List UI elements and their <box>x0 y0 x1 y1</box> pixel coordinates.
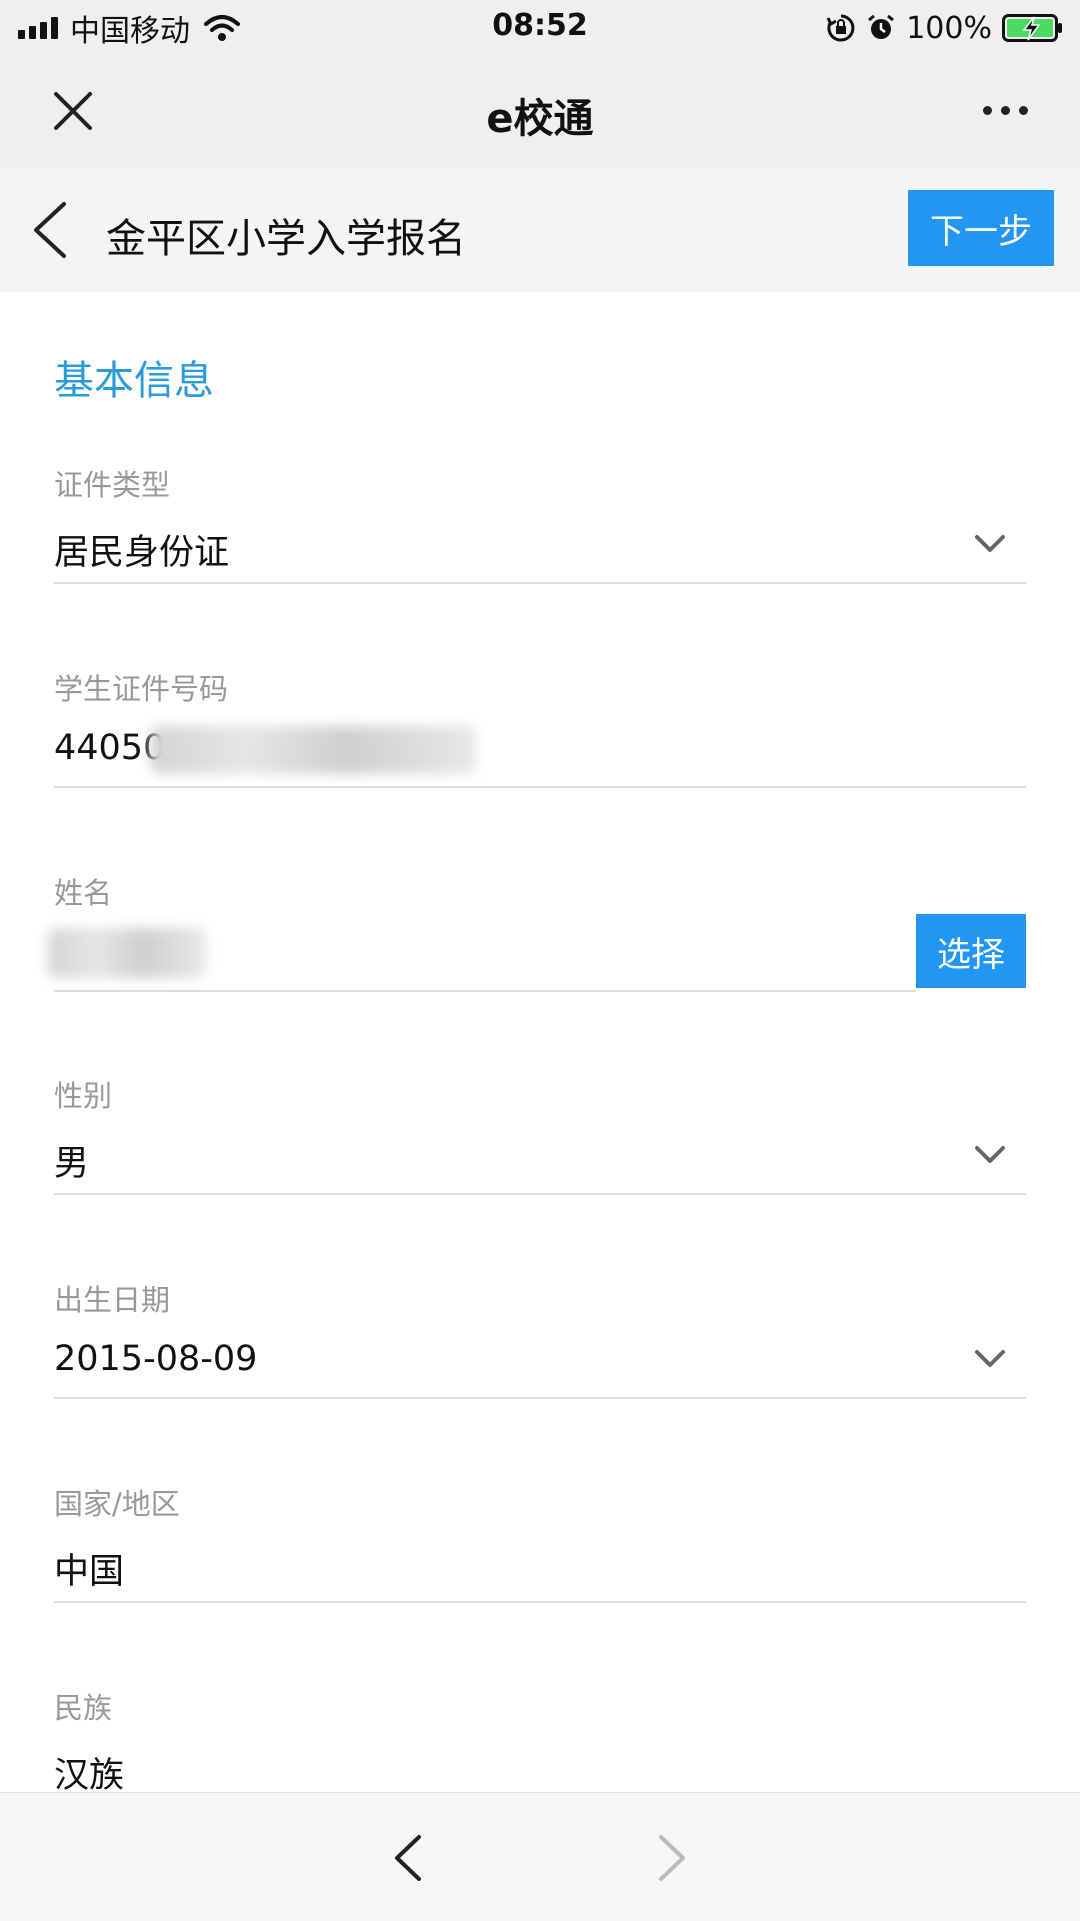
field-label: 出生日期 <box>54 1283 171 1317</box>
battery-percent: 100% <box>906 10 992 46</box>
field-label: 证件类型 <box>54 468 171 502</box>
page-title: 金平区小学入学报名 <box>106 216 466 262</box>
redacted-blur <box>150 726 476 774</box>
field-underline <box>54 786 1026 788</box>
select-button[interactable]: 选择 <box>916 914 1026 988</box>
field-underline <box>54 1193 1026 1195</box>
section-title: 基本信息 <box>54 358 214 404</box>
chevron-down-icon[interactable] <box>974 1145 1006 1165</box>
more-icon[interactable] <box>983 106 1028 115</box>
battery-charging-icon <box>1002 14 1062 42</box>
chevron-down-icon[interactable] <box>974 534 1006 554</box>
title-bar: e校通 <box>0 58 1080 168</box>
field-value[interactable]: 汉族 <box>54 1747 124 1798</box>
field-value[interactable]: 男 <box>54 1135 89 1186</box>
chevron-down-icon[interactable] <box>974 1349 1006 1369</box>
chevron-left-icon[interactable] <box>392 1833 424 1883</box>
field-label: 性别 <box>54 1079 113 1113</box>
field-underline <box>54 1601 1026 1603</box>
redacted-blur <box>48 928 206 978</box>
chevron-right-icon[interactable] <box>656 1833 688 1883</box>
field-underline <box>54 990 916 992</box>
bottom-nav-bar <box>0 1792 1080 1921</box>
field-label: 姓名 <box>54 876 113 910</box>
field-value[interactable]: 居民身份证 <box>54 524 229 575</box>
alarm-icon <box>868 14 895 39</box>
next-step-button[interactable]: 下一步 <box>908 190 1054 266</box>
chevron-left-icon[interactable] <box>30 200 70 260</box>
field-value[interactable]: 2015-08-09 <box>54 1339 257 1379</box>
app-title: e校通 <box>486 96 594 142</box>
rotation-lock-icon <box>826 14 855 42</box>
field-underline <box>54 582 1026 584</box>
field-underline <box>54 1397 1026 1399</box>
field-label: 民族 <box>54 1691 113 1725</box>
field-label: 学生证件号码 <box>54 672 229 706</box>
field-label: 国家/地区 <box>54 1487 180 1521</box>
status-bar: 中国移动 08:52 100% <box>0 0 1080 58</box>
field-value[interactable]: 44050 <box>54 728 165 768</box>
page-header: 金平区小学入学报名 下一步 <box>0 168 1080 292</box>
status-right: 100% <box>826 8 1064 48</box>
field-value[interactable]: 中国 <box>54 1543 124 1594</box>
